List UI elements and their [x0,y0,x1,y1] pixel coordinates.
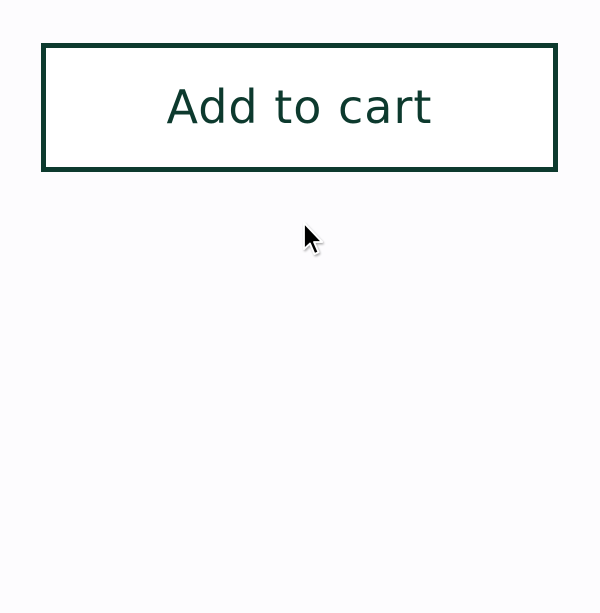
arrow-pointer-icon [303,222,323,255]
add-to-cart-button[interactable]: Add to cart [41,43,558,172]
add-to-cart-label: Add to cart [166,79,433,134]
